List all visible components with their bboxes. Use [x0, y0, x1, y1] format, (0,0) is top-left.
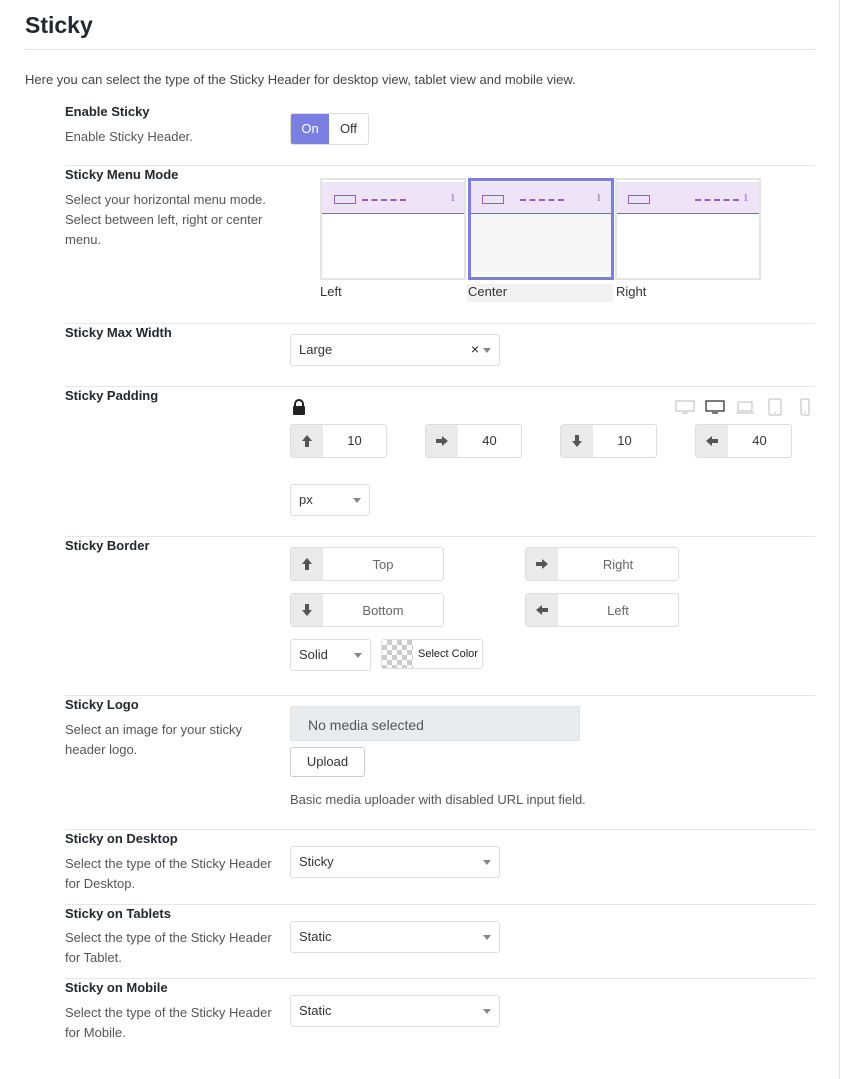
border-right-input[interactable]: Right — [525, 547, 679, 581]
mobile-description: Select the type of the Sticky Header for… — [65, 1005, 272, 1040]
monitor-icon[interactable] — [675, 400, 695, 414]
padding-bottom-value: 10 — [617, 433, 632, 448]
border-right-placeholder: Right — [602, 557, 634, 572]
menu-item-number: 1 — [450, 192, 456, 204]
lock-icon[interactable] — [292, 399, 306, 415]
row-divider — [65, 323, 815, 324]
desktop-description: Select the type of the Sticky Header for… — [65, 856, 272, 891]
mobile-select[interactable]: Static — [290, 995, 500, 1027]
row-divider — [65, 829, 815, 830]
border-label: Sticky Border — [65, 538, 150, 553]
media-field: No media selected — [290, 706, 580, 741]
mobile-value: Static — [299, 1003, 332, 1018]
menu-mode-right-option[interactable]: 1 — [615, 178, 761, 280]
logo-description: Select an image for your sticky header l… — [65, 722, 243, 757]
row-divider — [65, 904, 815, 905]
menu-item-number: 1 — [743, 192, 749, 204]
arrow-down-icon — [561, 425, 593, 457]
tablets-select[interactable]: Static — [290, 921, 500, 953]
tablets-label: Sticky on Tablets — [65, 906, 171, 921]
chevron-down-icon — [483, 348, 491, 353]
arrow-up-icon — [291, 548, 323, 580]
tablets-value: Static — [299, 929, 332, 944]
padding-top-value: 10 — [347, 433, 362, 448]
menu-mode-left-label: Left — [320, 284, 342, 299]
menu-mode-center-label: Center — [467, 284, 613, 302]
padding-right-value: 40 — [482, 433, 497, 448]
tablet-icon[interactable] — [768, 398, 782, 416]
row-divider — [65, 978, 815, 979]
desktop-label: Sticky on Desktop — [65, 831, 178, 846]
padding-top-input[interactable]: 10 — [290, 424, 387, 458]
chevron-down-icon — [483, 1009, 491, 1014]
padding-unit-select[interactable]: px — [290, 484, 370, 516]
desktop-icon[interactable] — [705, 400, 725, 414]
menu-mode-label: Sticky Menu Mode — [65, 167, 179, 182]
padding-bottom-input[interactable]: 10 — [560, 424, 657, 458]
enable-sticky-description: Enable Sticky Header. — [65, 129, 193, 144]
menu-mode-center-option[interactable]: 1 — [468, 178, 614, 280]
border-bottom-placeholder: Bottom — [362, 603, 404, 618]
border-color-picker[interactable]: Select Color — [381, 639, 483, 669]
page-title: Sticky — [25, 12, 93, 38]
chevron-down-icon — [354, 653, 362, 658]
mobile-label: Sticky on Mobile — [65, 980, 168, 995]
border-bottom-input[interactable]: Bottom — [290, 593, 444, 627]
padding-left-value: 40 — [752, 433, 767, 448]
enable-sticky-label: Enable Sticky — [65, 104, 150, 119]
chevron-down-icon — [353, 498, 361, 503]
row-divider — [65, 386, 815, 387]
upload-button[interactable]: Upload — [290, 747, 365, 777]
border-left-input[interactable]: Left — [525, 593, 679, 627]
arrow-right-icon — [426, 425, 458, 457]
padding-right-input[interactable]: 40 — [425, 424, 522, 458]
padding-left-input[interactable]: 40 — [695, 424, 792, 458]
row-divider — [65, 536, 815, 537]
laptop-icon[interactable] — [735, 401, 755, 414]
border-left-placeholder: Left — [607, 603, 629, 618]
max-width-label: Sticky Max Width — [65, 325, 172, 340]
padding-label: Sticky Padding — [65, 388, 159, 403]
arrow-left-icon — [526, 594, 558, 626]
media-placeholder: No media selected — [308, 717, 424, 733]
border-style-select[interactable]: Solid — [290, 639, 371, 671]
menu-item-number: 1 — [596, 192, 602, 204]
arrow-down-icon — [291, 594, 323, 626]
clear-icon[interactable]: × — [471, 341, 479, 357]
logo-hint: Basic media uploader with disabled URL i… — [290, 792, 586, 807]
menu-mode-left-option[interactable]: 1 — [320, 178, 466, 280]
row-divider — [65, 695, 815, 696]
enable-sticky-toggle: On Off — [290, 113, 369, 145]
tablets-description: Select the type of the Sticky Header for… — [65, 930, 272, 965]
border-top-input[interactable]: Top — [290, 547, 444, 581]
select-color-label: Select Color — [418, 648, 478, 660]
chevron-down-icon — [483, 935, 491, 940]
arrow-right-icon — [526, 548, 558, 580]
row-divider — [65, 165, 815, 166]
arrow-up-icon — [291, 425, 323, 457]
border-style-value: Solid — [299, 647, 328, 662]
title-divider — [25, 49, 815, 50]
chevron-down-icon — [483, 860, 491, 865]
page-right-border — [839, 0, 840, 1079]
page-intro: Here you can select the type of the Stic… — [25, 72, 576, 87]
menu-mode-description: Select your horizontal menu mode. Select… — [65, 192, 266, 247]
arrow-left-icon — [696, 425, 728, 457]
desktop-select[interactable]: Sticky — [290, 846, 500, 878]
max-width-select[interactable]: Large × — [290, 334, 500, 366]
menu-mode-right-label: Right — [616, 284, 647, 299]
logo-label: Sticky Logo — [65, 697, 139, 712]
toggle-off-button[interactable]: Off — [329, 114, 368, 144]
max-width-value: Large — [299, 342, 333, 357]
mobile-icon[interactable] — [800, 398, 810, 416]
padding-unit-value: px — [299, 492, 313, 507]
desktop-value: Sticky — [299, 854, 334, 869]
border-top-placeholder: Top — [372, 557, 394, 572]
transparent-swatch-icon — [382, 640, 413, 668]
toggle-on-button[interactable]: On — [291, 114, 329, 144]
